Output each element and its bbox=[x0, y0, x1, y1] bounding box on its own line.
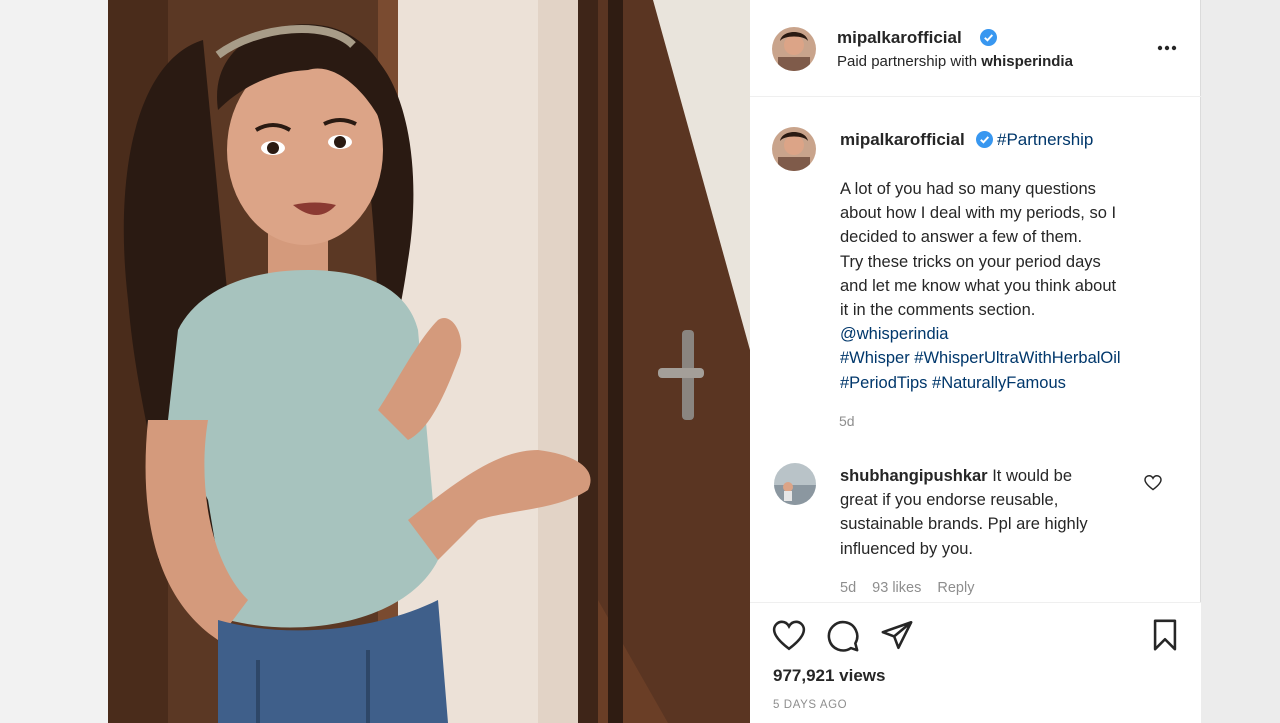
commenter-avatar[interactable] bbox=[774, 463, 816, 505]
caption-line: decided to answer a few of them. bbox=[840, 228, 1083, 247]
comment-icon[interactable] bbox=[826, 619, 860, 653]
caption-username[interactable]: mipalkarofficial bbox=[840, 130, 965, 150]
partner-link[interactable]: whisperindia bbox=[981, 53, 1073, 70]
verified-badge-icon bbox=[980, 29, 997, 46]
post-actions: 977,921 views 5 DAYS AGO bbox=[750, 602, 1201, 723]
caption-verified-badge-icon bbox=[976, 131, 993, 148]
comment-text: shubhangipushkar It would be great if yo… bbox=[840, 464, 1140, 561]
heart-icon[interactable] bbox=[772, 619, 806, 653]
comment-reply-button[interactable]: Reply bbox=[937, 580, 974, 596]
post-video-frame bbox=[108, 0, 750, 723]
hashtags-line[interactable]: #Whisper #WhisperUltraWithHerbalOil bbox=[840, 346, 1180, 370]
comment-line: It would be bbox=[987, 467, 1072, 485]
caption-line: it in the comments section. bbox=[840, 301, 1036, 320]
views-count[interactable]: 977,921 views bbox=[773, 666, 885, 686]
caption-line: and let me know what you think about bbox=[840, 276, 1117, 295]
post-side-panel: mipalkarofficial Paid partnership with w… bbox=[750, 0, 1201, 723]
comment-line: influenced by you. bbox=[840, 539, 974, 558]
partnership-label: Paid partnership with whisperindia bbox=[837, 53, 1073, 70]
comment-likes[interactable]: 93 likes bbox=[872, 580, 921, 596]
hashtags-line[interactable]: #PeriodTips #NaturallyFamous bbox=[840, 371, 1180, 395]
author-username[interactable]: mipalkarofficial bbox=[837, 28, 962, 48]
page-background-right bbox=[1201, 0, 1280, 723]
caption-text: A lot of you had so many questions about… bbox=[840, 177, 1180, 395]
share-icon[interactable] bbox=[880, 618, 914, 652]
comment-line: great if you endorse reusable, bbox=[840, 491, 1059, 510]
author-avatar[interactable] bbox=[772, 27, 816, 71]
caption-line: A lot of you had so many questions bbox=[840, 180, 1096, 198]
caption-author-avatar[interactable] bbox=[772, 127, 816, 171]
post-media[interactable] bbox=[108, 0, 750, 723]
caption-line: Try these tricks on your period days bbox=[840, 252, 1101, 271]
caption-age[interactable]: 5d bbox=[839, 413, 855, 429]
comment-age[interactable]: 5d bbox=[840, 580, 856, 596]
bookmark-icon[interactable] bbox=[1148, 618, 1182, 652]
comment-heart-icon[interactable] bbox=[1144, 475, 1162, 491]
post-timestamp[interactable]: 5 DAYS AGO bbox=[773, 699, 847, 711]
partnership-prefix: Paid partnership with bbox=[837, 53, 982, 70]
more-horizontal-icon[interactable] bbox=[1154, 38, 1180, 58]
post-header: mipalkarofficial Paid partnership with w… bbox=[750, 0, 1201, 97]
caption-line: about how I deal with my periods, so I bbox=[840, 204, 1117, 223]
mention-link[interactable]: @whisperindia bbox=[840, 322, 1180, 346]
commenter-username[interactable]: shubhangipushkar bbox=[840, 467, 988, 485]
comment-meta: 5d 93 likes Reply bbox=[840, 580, 986, 596]
partnership-hashtag[interactable]: #Partnership bbox=[997, 130, 1093, 150]
comment-line: sustainable brands. Ppl are highly bbox=[840, 515, 1088, 534]
